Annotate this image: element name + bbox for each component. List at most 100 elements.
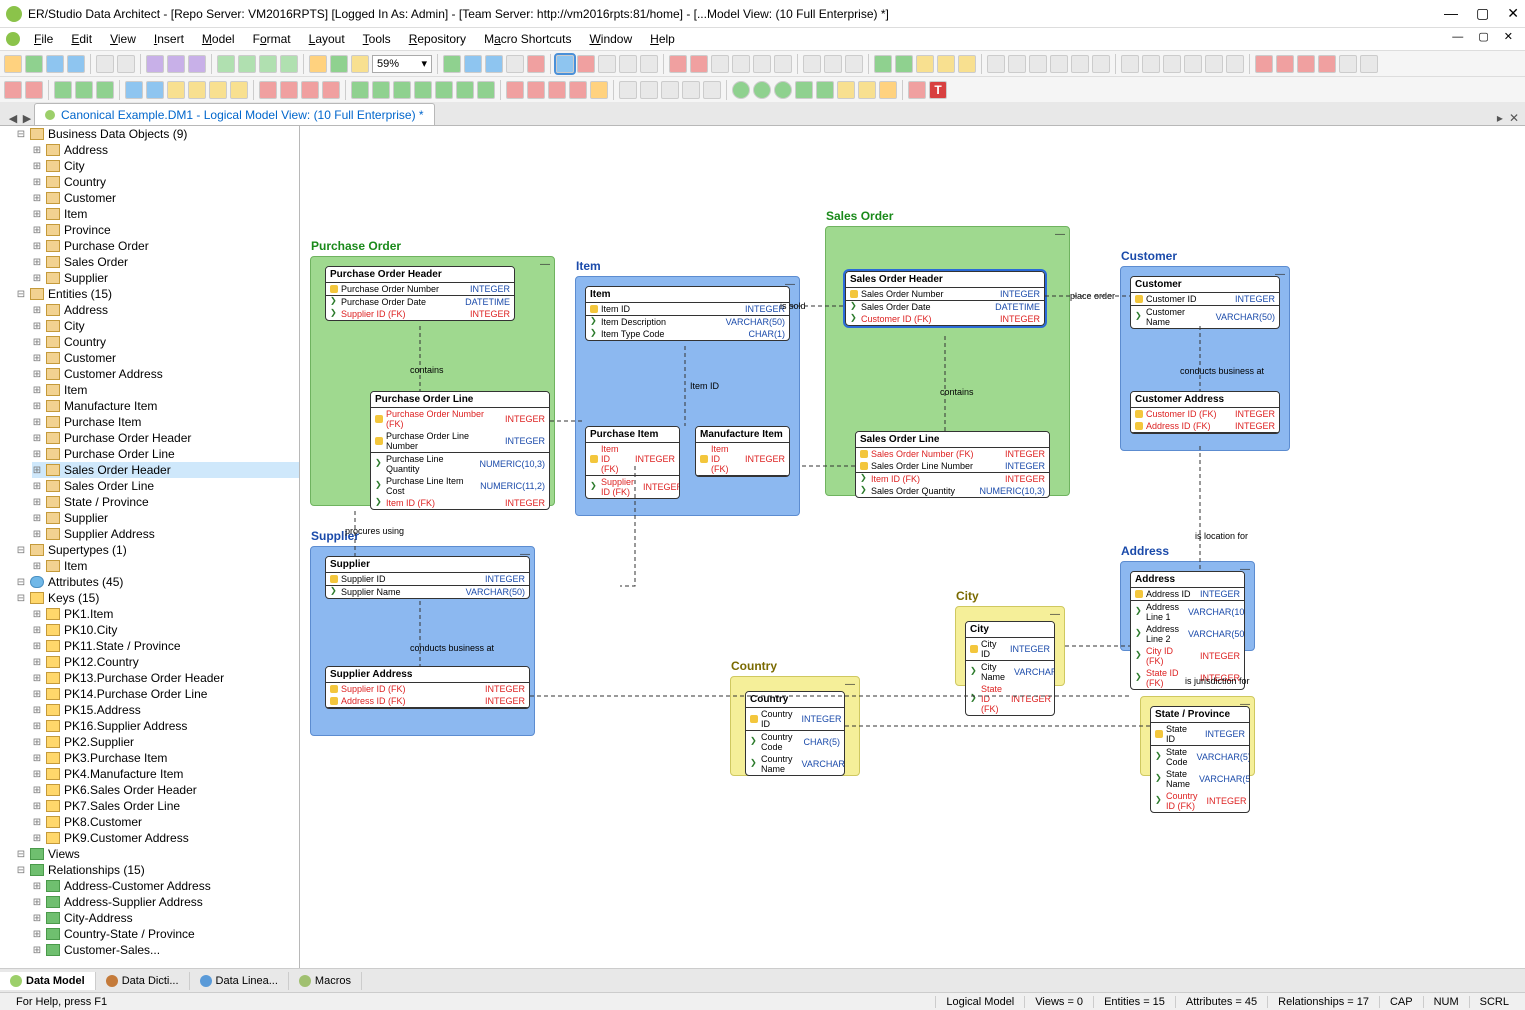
zoom-out-icon[interactable]: [619, 55, 637, 73]
tab-data-lineage[interactable]: Data Linea...: [190, 972, 289, 990]
shape-note-icon[interactable]: [837, 81, 855, 99]
entity-poh[interactable]: Purchase Order HeaderPurchase Order Numb…: [325, 266, 515, 321]
t2-s[interactable]: [414, 81, 432, 99]
tree-item[interactable]: ⊞Sales Order Line: [32, 478, 299, 494]
align2-icon[interactable]: [1142, 55, 1160, 73]
tree-item[interactable]: ⊞Customer: [32, 190, 299, 206]
tool-g[interactable]: [803, 55, 821, 73]
tabs-next[interactable]: ▶: [20, 112, 34, 125]
t2-af[interactable]: [703, 81, 721, 99]
tree-item[interactable]: ⊞PK11.State / Province: [32, 638, 299, 654]
pointer-icon[interactable]: [556, 55, 574, 73]
tb-icon7[interactable]: [506, 55, 524, 73]
align3-icon[interactable]: [1163, 55, 1181, 73]
undo-icon[interactable]: [96, 55, 114, 73]
tree-item[interactable]: ⊞Supplier: [32, 270, 299, 286]
shape-attach-icon[interactable]: [879, 81, 897, 99]
tab-data-model[interactable]: Data Model: [0, 972, 96, 990]
tool-n[interactable]: [958, 55, 976, 73]
entity-pol[interactable]: Purchase Order LinePurchase Order Number…: [370, 391, 550, 510]
tool-e[interactable]: [753, 55, 771, 73]
tree-item[interactable]: ⊞Purchase Order: [32, 238, 299, 254]
menu-model[interactable]: Model: [194, 30, 243, 48]
tree-item[interactable]: ⊞Item: [32, 382, 299, 398]
checkin-icon[interactable]: [238, 55, 256, 73]
t2-f[interactable]: [125, 81, 143, 99]
checkout-icon[interactable]: [259, 55, 277, 73]
t2-w[interactable]: [506, 81, 524, 99]
tree-item[interactable]: ⊞Country: [32, 174, 299, 190]
t2-h[interactable]: [167, 81, 185, 99]
layout1-icon[interactable]: [987, 55, 1005, 73]
t2-ae[interactable]: [682, 81, 700, 99]
tree-item[interactable]: ⊞PK12.Country: [32, 654, 299, 670]
entity-item[interactable]: ItemItem IDINTEGERItem DescriptionVARCHA…: [585, 286, 790, 341]
tree-item[interactable]: ⊞PK6.Sales Order Header: [32, 782, 299, 798]
tab-close[interactable]: ✕: [1509, 111, 1519, 125]
tree-item[interactable]: ⊞Address: [32, 302, 299, 318]
zoom-fit-icon[interactable]: [640, 55, 658, 73]
t2-ac[interactable]: [640, 81, 658, 99]
tree-item[interactable]: ⊞Sales Order Header: [32, 462, 299, 478]
shape-image-icon[interactable]: [858, 81, 876, 99]
get-icon[interactable]: [280, 55, 298, 73]
tree-item[interactable]: ⊞Address: [32, 142, 299, 158]
print-icon[interactable]: [67, 55, 85, 73]
tree-item[interactable]: ⊞Address-Supplier Address: [32, 894, 299, 910]
tree-item[interactable]: ⊞Item: [32, 206, 299, 222]
tree-item[interactable]: ⊞Supplier: [32, 510, 299, 526]
tree-item[interactable]: ⊞PK14.Purchase Order Line: [32, 686, 299, 702]
tree-item[interactable]: ⊞Country: [32, 334, 299, 350]
entity-mi[interactable]: Manufacture ItemItem ID (FK)INTEGER: [695, 426, 790, 477]
t2-e[interactable]: [96, 81, 114, 99]
tree-group[interactable]: ⊟Business Data Objects (9): [16, 126, 299, 142]
entity-sup[interactable]: SupplierSupplier IDINTEGERSupplier NameV…: [325, 556, 530, 599]
layout3-icon[interactable]: [1029, 55, 1047, 73]
tree-item[interactable]: ⊞PK16.Supplier Address: [32, 718, 299, 734]
t2-d[interactable]: [75, 81, 93, 99]
tree-item[interactable]: ⊞PK7.Sales Order Line: [32, 798, 299, 814]
t2-p[interactable]: [351, 81, 369, 99]
zoom-combo[interactable]: 59%▾: [372, 55, 432, 73]
tree-group[interactable]: ⊟Entities (15): [16, 286, 299, 302]
document-tab-active[interactable]: Canonical Example.DM1 - Logical Model Vi…: [34, 103, 435, 125]
tree-item[interactable]: ⊞Country-State / Province: [32, 926, 299, 942]
t2-u[interactable]: [456, 81, 474, 99]
tree-item[interactable]: ⊞Province: [32, 222, 299, 238]
misc5-icon[interactable]: [1339, 55, 1357, 73]
tool-i[interactable]: [845, 55, 863, 73]
tree-item[interactable]: ⊞Address-Customer Address: [32, 878, 299, 894]
t2-n[interactable]: [301, 81, 319, 99]
tree-item[interactable]: ⊞PK4.Manufacture Item: [32, 766, 299, 782]
align6-icon[interactable]: [1226, 55, 1244, 73]
tool-d[interactable]: [732, 55, 750, 73]
tool-m[interactable]: [937, 55, 955, 73]
tb-icon8[interactable]: [527, 55, 545, 73]
model-tree[interactable]: ⊟Business Data Objects (9)⊞Address⊞City⊞…: [0, 126, 300, 968]
tool-a[interactable]: [669, 55, 687, 73]
tool-j[interactable]: [874, 55, 892, 73]
menu-insert[interactable]: Insert: [146, 30, 192, 48]
entity-supaddr[interactable]: Supplier AddressSupplier ID (FK)INTEGERA…: [325, 666, 530, 709]
copy-icon[interactable]: [167, 55, 185, 73]
tb-icon2[interactable]: [330, 55, 348, 73]
save-icon[interactable]: [46, 55, 64, 73]
tree-item[interactable]: ⊞Purchase Order Header: [32, 430, 299, 446]
tree-item[interactable]: ⊞PK15.Address: [32, 702, 299, 718]
repo-icon[interactable]: [217, 55, 235, 73]
entity-city[interactable]: CityCity IDINTEGERCity NameVARCHAR(50)St…: [965, 621, 1055, 716]
tree-item[interactable]: ⊞PK8.Customer: [32, 814, 299, 830]
open-icon[interactable]: [25, 55, 43, 73]
entity-custaddr[interactable]: Customer AddressCustomer ID (FK)INTEGERA…: [1130, 391, 1280, 434]
tool-k[interactable]: [895, 55, 913, 73]
hand-icon[interactable]: [577, 55, 595, 73]
tabs-prev[interactable]: ◀: [6, 112, 20, 125]
t2-m[interactable]: [280, 81, 298, 99]
shape-rect-icon[interactable]: [732, 81, 750, 99]
tree-item[interactable]: ⊞Customer-Sales...: [32, 942, 299, 958]
t2-x[interactable]: [527, 81, 545, 99]
color-icon[interactable]: [908, 81, 926, 99]
tb-icon5[interactable]: [464, 55, 482, 73]
tree-item[interactable]: ⊞PK2.Supplier: [32, 734, 299, 750]
shape-polyline-icon[interactable]: [816, 81, 834, 99]
